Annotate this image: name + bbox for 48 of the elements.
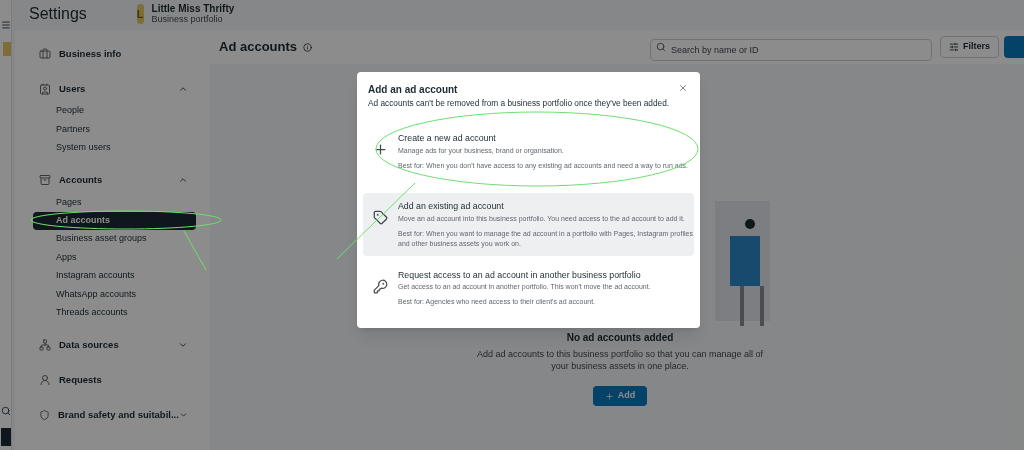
portfolio-name: Little Miss Thrifty <box>151 3 235 14</box>
close-icon <box>678 83 688 93</box>
sidebar-item[interactable]: Instagram accounts <box>33 266 196 286</box>
key-icon <box>373 278 388 294</box>
info-icon[interactable] <box>303 42 312 52</box>
close-button[interactable] <box>677 82 689 94</box>
contact-card-icon <box>39 83 51 95</box>
sidebar-item[interactable]: System users <box>33 138 196 158</box>
shield-icon <box>39 408 50 421</box>
section-title: Ad accounts <box>219 38 297 57</box>
people-network-icon <box>39 338 51 351</box>
sidebar-item[interactable]: WhatsApp accounts <box>33 285 196 304</box>
menu-icon[interactable] <box>1 20 11 30</box>
sidebar-section[interactable]: Users <box>15 77 210 101</box>
chevron-up-icon <box>178 84 188 94</box>
page-title: Settings <box>29 4 87 24</box>
briefcase-icon <box>39 48 51 60</box>
sidebar-item[interactable]: Business asset groups <box>33 229 196 249</box>
archive-box-icon <box>39 174 51 187</box>
dialog-title: Add an ad account <box>368 83 459 97</box>
add-button[interactable]: Add <box>592 386 648 406</box>
sidebar-section[interactable]: Accounts <box>15 168 210 193</box>
sidebar-section[interactable]: Business info <box>15 42 210 66</box>
sidebar-section[interactable]: Brand safety and suitabil... <box>15 402 210 427</box>
filters-button[interactable]: Filters <box>940 36 999 58</box>
option-title: Request access to an ad account in another business portfolio <box>398 268 642 282</box>
option-title: Add an existing ad account <box>398 200 505 214</box>
sidebar-section[interactable]: Data sources <box>15 332 210 357</box>
sidebar-item[interactable]: People <box>33 102 196 121</box>
person-icon <box>39 373 51 386</box>
sliders-icon <box>949 42 959 52</box>
search-field[interactable]: Search by name or ID <box>650 39 932 61</box>
empty-state-text: Add ad accounts to this business portfolio so that you can manage all of your business assets in one place. <box>475 348 765 372</box>
sidebar-section[interactable]: Requests <box>15 367 210 392</box>
search-icon[interactable] <box>1 406 11 416</box>
annotation-line <box>183 230 207 271</box>
sidebar-item[interactable]: Pages <box>33 193 196 212</box>
tag-icon <box>373 210 388 226</box>
sidebar-item[interactable]: Partners <box>33 120 196 139</box>
empty-state-title: No ad accounts added <box>566 331 674 345</box>
option-title: Create a new ad account <box>398 132 497 146</box>
sidebar-item[interactable]: Threads accounts <box>33 303 196 322</box>
sidebar-item[interactable]: Apps <box>33 248 196 267</box>
plus-icon <box>604 391 614 401</box>
dialog-subtitle: Ad accounts can't be removed from a business portfolio once they've been added. <box>368 97 671 110</box>
search-icon <box>656 42 666 52</box>
option-row[interactable] <box>363 193 694 256</box>
portfolio-type: Business portfolio <box>151 14 223 25</box>
